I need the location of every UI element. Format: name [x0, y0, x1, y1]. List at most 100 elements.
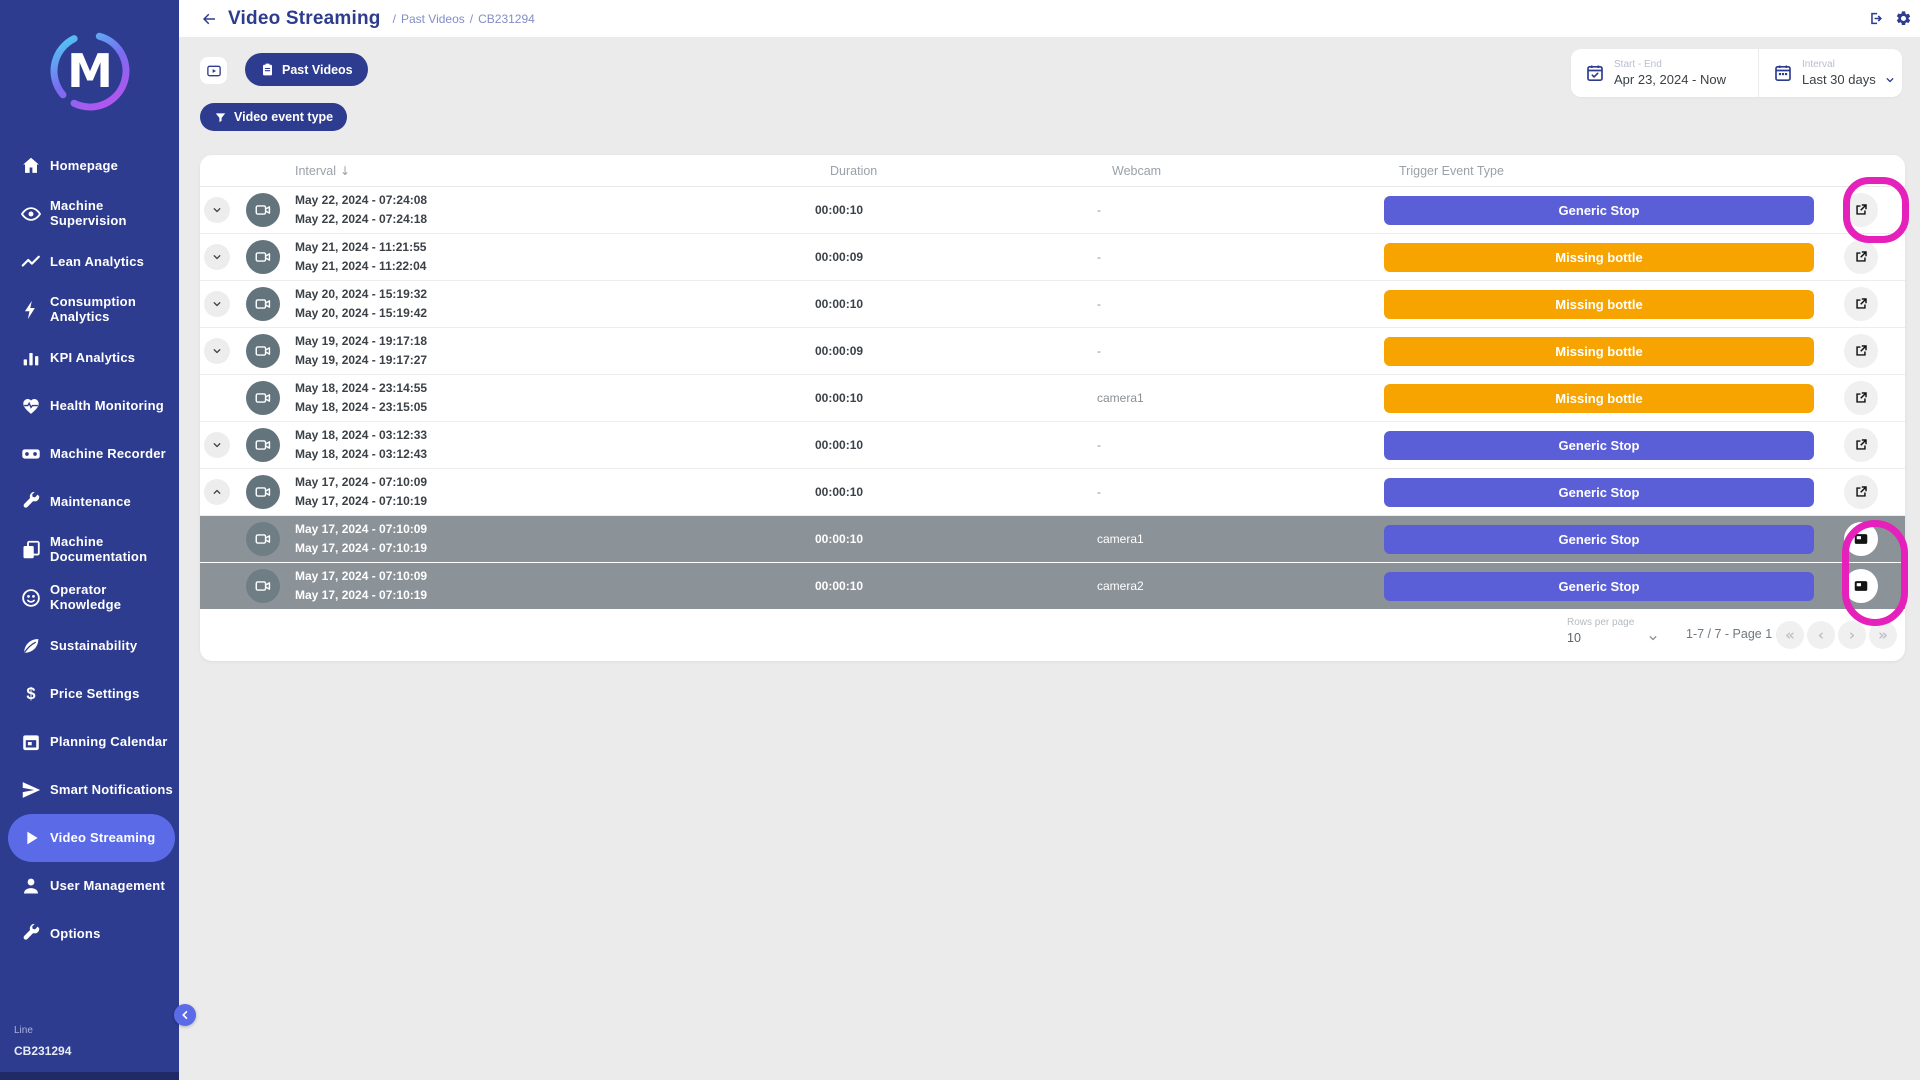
sidebar-item-maintenance[interactable]: Maintenance [8, 478, 175, 526]
videocam-icon [254, 483, 272, 501]
sidebar-item-sustainability[interactable]: Sustainability [8, 622, 175, 670]
date-range-value: Apr 23, 2024 - Now [1614, 72, 1726, 87]
column-header-trigger-event-type[interactable]: Trigger Event Type [1399, 164, 1829, 178]
trend-chart-icon [20, 251, 42, 273]
sidebar-item-health-monitoring[interactable]: Health Monitoring [8, 382, 175, 430]
open-video-button[interactable] [1844, 475, 1878, 509]
back-button[interactable] [200, 10, 218, 28]
interval-select[interactable]: Interval Last 30 days [1759, 49, 1896, 97]
webcam-cell: - [1097, 201, 1384, 219]
event-type-badge: Generic Stop [1384, 196, 1814, 225]
live-videos-tab[interactable] [200, 57, 227, 84]
svg-text:$: $ [26, 685, 35, 703]
sidebar-item-label: Consumption Analytics [50, 295, 175, 325]
sidebar-item-price-settings[interactable]: $Price Settings [8, 670, 175, 718]
sidebar-item-machine-documentation[interactable]: Machine Documentation [8, 526, 175, 574]
settings-button[interactable] [1895, 10, 1912, 27]
sidebar-item-homepage[interactable]: Homepage [8, 142, 175, 190]
sidebar-item-operator-knowledge[interactable]: Operator Knowledge [8, 574, 175, 622]
duration-value: 00:00:10 [815, 532, 863, 546]
open-in-new-icon [1853, 249, 1869, 265]
open-video-button[interactable] [1844, 193, 1878, 227]
send-icon [20, 779, 42, 801]
line-value: CB231294 [14, 1044, 179, 1058]
logout-button[interactable] [1868, 10, 1885, 27]
svg-text:M: M [67, 44, 113, 98]
prev-page-button[interactable]: ‹ [1807, 621, 1835, 649]
table-subrow: May 17, 2024 - 07:10:09May 17, 2024 - 07… [200, 516, 1905, 563]
duration-value: 00:00:10 [815, 203, 863, 217]
sidebar-item-consumption-analytics[interactable]: Consumption Analytics [8, 286, 175, 334]
sidebar-item-user-management[interactable]: User Management [8, 862, 175, 910]
collapse-row-button[interactable] [204, 479, 230, 505]
column-header-label: Webcam [1112, 164, 1161, 178]
picture-in-picture-button[interactable] [1844, 569, 1878, 603]
expand-row-button[interactable] [204, 432, 230, 458]
sidebar-item-machine-supervision[interactable]: Machine Supervision [8, 190, 175, 238]
chevron-left-icon [178, 1008, 192, 1022]
event-type-badge: Missing bottle [1384, 337, 1814, 366]
breadcrumb-machine-id[interactable]: CB231294 [478, 12, 535, 26]
event-type-cell: Generic Stop [1384, 572, 1814, 601]
rows-per-page-select[interactable]: Rows per page 10 [1567, 617, 1659, 645]
sidebar-item-label: Smart Notifications [50, 783, 173, 798]
sidebar-item-kpi-analytics[interactable]: KPI Analytics [8, 334, 175, 382]
column-header-interval[interactable]: Interval↓ [295, 164, 830, 178]
sidebar-item-label: Machine Documentation [50, 535, 175, 565]
sidebar-item-smart-notifications[interactable]: Smart Notifications [8, 766, 175, 814]
first-page-button[interactable]: « [1776, 621, 1804, 649]
open-video-button[interactable] [1844, 428, 1878, 462]
videocam-avatar [246, 522, 280, 556]
last-page-button[interactable]: » [1869, 621, 1897, 649]
calendar-range-icon [1773, 63, 1793, 83]
open-video-button[interactable] [1844, 334, 1878, 368]
duration-value: 00:00:10 [815, 297, 863, 311]
open-video-button[interactable] [1844, 240, 1878, 274]
expander-slot [204, 291, 230, 317]
expander-slot [204, 573, 230, 599]
date-range-picker[interactable]: Start - End Apr 23, 2024 - Now [1571, 49, 1759, 97]
webcam-value: camera2 [1097, 579, 1144, 593]
open-video-button[interactable] [1844, 287, 1878, 321]
event-type-badge: Generic Stop [1384, 478, 1814, 507]
open-in-new-icon [1853, 343, 1869, 359]
sidebar-item-options[interactable]: Options [8, 910, 175, 958]
column-header-webcam[interactable]: Webcam [1112, 164, 1399, 178]
video-event-type-filter-button[interactable]: Video event type [200, 103, 347, 131]
past-videos-tab[interactable]: Past Videos [245, 53, 368, 86]
interval-end: May 17, 2024 - 07:10:19 [295, 492, 815, 511]
event-type-badge: Generic Stop [1384, 431, 1814, 460]
picture-in-picture-button[interactable] [1844, 522, 1878, 556]
sidebar-item-machine-recorder[interactable]: Machine Recorder [8, 430, 175, 478]
sidebar-item-planning-calendar[interactable]: Planning Calendar [8, 718, 175, 766]
interval-end: May 17, 2024 - 07:10:19 [295, 539, 815, 558]
breadcrumb-past-videos[interactable]: Past Videos [401, 12, 465, 26]
sidebar-collapse-button[interactable] [174, 1004, 196, 1026]
next-page-button[interactable]: › [1838, 621, 1866, 649]
duration-cell: 00:00:10 [815, 389, 1097, 407]
sidebar-item-lean-analytics[interactable]: Lean Analytics [8, 238, 175, 286]
open-video-button[interactable] [1844, 381, 1878, 415]
expand-row-button[interactable] [204, 291, 230, 317]
sidebar-footer: Line CB231294 [0, 1025, 179, 1072]
duration-cell: 00:00:10 [815, 201, 1097, 219]
bar-chart-icon [20, 347, 42, 369]
sidebar-item-video-streaming[interactable]: Video Streaming [8, 814, 175, 862]
webcam-cell: camera1 [1097, 530, 1384, 548]
expand-row-button[interactable] [204, 197, 230, 223]
expand-row-button[interactable] [204, 244, 230, 270]
event-type-cell: Generic Stop [1384, 478, 1814, 507]
expand-row-button[interactable] [204, 338, 230, 364]
interval-cell: May 20, 2024 - 15:19:32May 20, 2024 - 15… [295, 285, 815, 322]
interval-end: May 22, 2024 - 07:24:18 [295, 210, 815, 229]
videocam-icon [254, 342, 272, 360]
chevron-down-icon [211, 298, 223, 310]
open-in-new-icon [1853, 202, 1869, 218]
interval-cell: May 21, 2024 - 11:21:55May 21, 2024 - 11… [295, 238, 815, 275]
column-header-duration[interactable]: Duration [830, 164, 1112, 178]
sidebar-item-label: Machine Recorder [50, 447, 166, 462]
interval-end: May 17, 2024 - 07:10:19 [295, 586, 815, 605]
open-in-new-icon [1853, 296, 1869, 312]
date-range-label: Start - End [1614, 59, 1726, 70]
breadcrumb: / Past Videos / CB231294 [393, 12, 535, 26]
